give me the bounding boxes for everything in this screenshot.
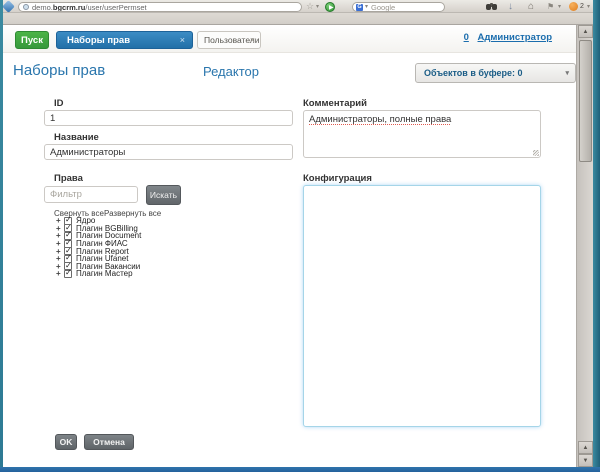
go-button[interactable]: ▶	[325, 2, 335, 12]
cancel-button[interactable]: Отмена	[84, 434, 134, 450]
search-engine-icon[interactable]: G	[356, 4, 363, 11]
user-area: 0 Администратор	[464, 32, 552, 43]
resize-handle-icon[interactable]	[533, 150, 539, 156]
permissions-label: Права	[54, 173, 83, 184]
tree-item-label: Плагин Мастер	[76, 269, 133, 278]
globe-icon	[23, 4, 29, 10]
tab-permsets[interactable]: Наборы прав ×	[56, 31, 193, 49]
window-border	[593, 0, 600, 472]
permissions-tree: + ✓ Ядро + ✓ Плагин BGBilling + ✓ Плагин…	[56, 217, 256, 278]
name-label: Название	[54, 132, 99, 143]
id-input[interactable]	[44, 110, 293, 126]
browser-nav-icon[interactable]	[2, 0, 15, 13]
tab-users[interactable]: Пользователи ×	[197, 31, 261, 49]
user-name-link[interactable]: Администратор	[478, 32, 553, 43]
user-count-link[interactable]: 0	[464, 32, 469, 43]
engine-dropdown-icon[interactable]: ▾	[365, 1, 368, 13]
home-icon[interactable]: ⌂	[528, 0, 534, 13]
comment-textarea[interactable]: Администраторы, полные права	[303, 110, 541, 158]
name-input[interactable]	[44, 144, 293, 160]
close-icon[interactable]: ×	[180, 32, 185, 49]
config-textarea[interactable]	[303, 185, 541, 427]
check-icon: ✓	[65, 268, 72, 278]
window-border	[0, 467, 600, 472]
tree-item[interactable]: + ✓ Плагин Мастер	[56, 270, 256, 278]
url-text-path: /user/userPermset	[85, 3, 146, 12]
flag-icon[interactable]: ⚑	[547, 1, 554, 13]
filter-input[interactable]	[44, 186, 138, 203]
url-text-domain: bgcrm.ru	[53, 3, 86, 12]
updates-dropdown-icon[interactable]: ▾	[587, 1, 590, 13]
close-icon[interactable]: ×	[250, 32, 255, 49]
config-label: Конфигурация	[303, 173, 372, 184]
tools-dropdown-icon[interactable]: ▾	[558, 1, 561, 13]
window-border	[0, 0, 3, 472]
vertical-scrollbar[interactable]: ▲ ▲ ▼	[576, 25, 593, 467]
url-dropdown-icon[interactable]: ▾	[316, 1, 319, 13]
url-bar[interactable]: demo.bgcrm.ru/user/userPermset	[18, 2, 302, 12]
updates-icon[interactable]	[569, 2, 578, 11]
expand-icon[interactable]: +	[56, 269, 64, 278]
download-icon[interactable]: ↓	[508, 0, 513, 13]
find-binoculars-icon[interactable]	[486, 4, 491, 10]
scroll-up-icon[interactable]: ▲	[578, 441, 593, 454]
browser-toolbar: demo.bgcrm.ru/user/userPermset ☆ ▾ ▶ G ▾…	[0, 0, 600, 13]
bookmark-star-icon[interactable]: ☆	[306, 1, 314, 12]
app-tab-bar: Пуск Наборы прав × Пользователи × 0 Адми…	[3, 25, 576, 53]
start-button[interactable]: Пуск	[15, 31, 49, 49]
url-text-pre: demo.	[32, 3, 53, 12]
scrollbar-thumb[interactable]	[579, 40, 592, 162]
updates-count: 2	[580, 1, 584, 12]
tree-item-checkbox[interactable]: ✓	[64, 270, 72, 278]
ok-button[interactable]: OK	[55, 434, 77, 450]
scroll-up-icon[interactable]: ▲	[578, 25, 593, 38]
chevron-down-icon: ▾	[565, 68, 569, 80]
page-title: Наборы прав	[13, 62, 105, 79]
browser-window: demo.bgcrm.ru/user/userPermset ☆ ▾ ▶ G ▾…	[0, 0, 600, 472]
go-arrow-icon: ▶	[329, 4, 334, 12]
search-input[interactable]: G ▾ Google	[352, 2, 445, 12]
tab-permsets-label: Наборы прав	[67, 35, 130, 46]
buffer-select-value: Объектов в буфере: 0	[424, 68, 522, 78]
comment-label: Комментарий	[303, 98, 367, 109]
browser-tabstrip: BGCRM v.3.0 +	[0, 13, 600, 25]
scroll-down-icon[interactable]: ▼	[578, 454, 593, 467]
comment-text: Администраторы, полные права	[309, 114, 451, 125]
editor-title: Редактор	[203, 64, 259, 79]
buffer-select[interactable]: Объектов в буфере: 0 ▾	[415, 63, 576, 83]
search-placeholder: Google	[371, 3, 395, 12]
search-button[interactable]: Искать	[146, 185, 181, 205]
id-label: ID	[54, 98, 64, 109]
